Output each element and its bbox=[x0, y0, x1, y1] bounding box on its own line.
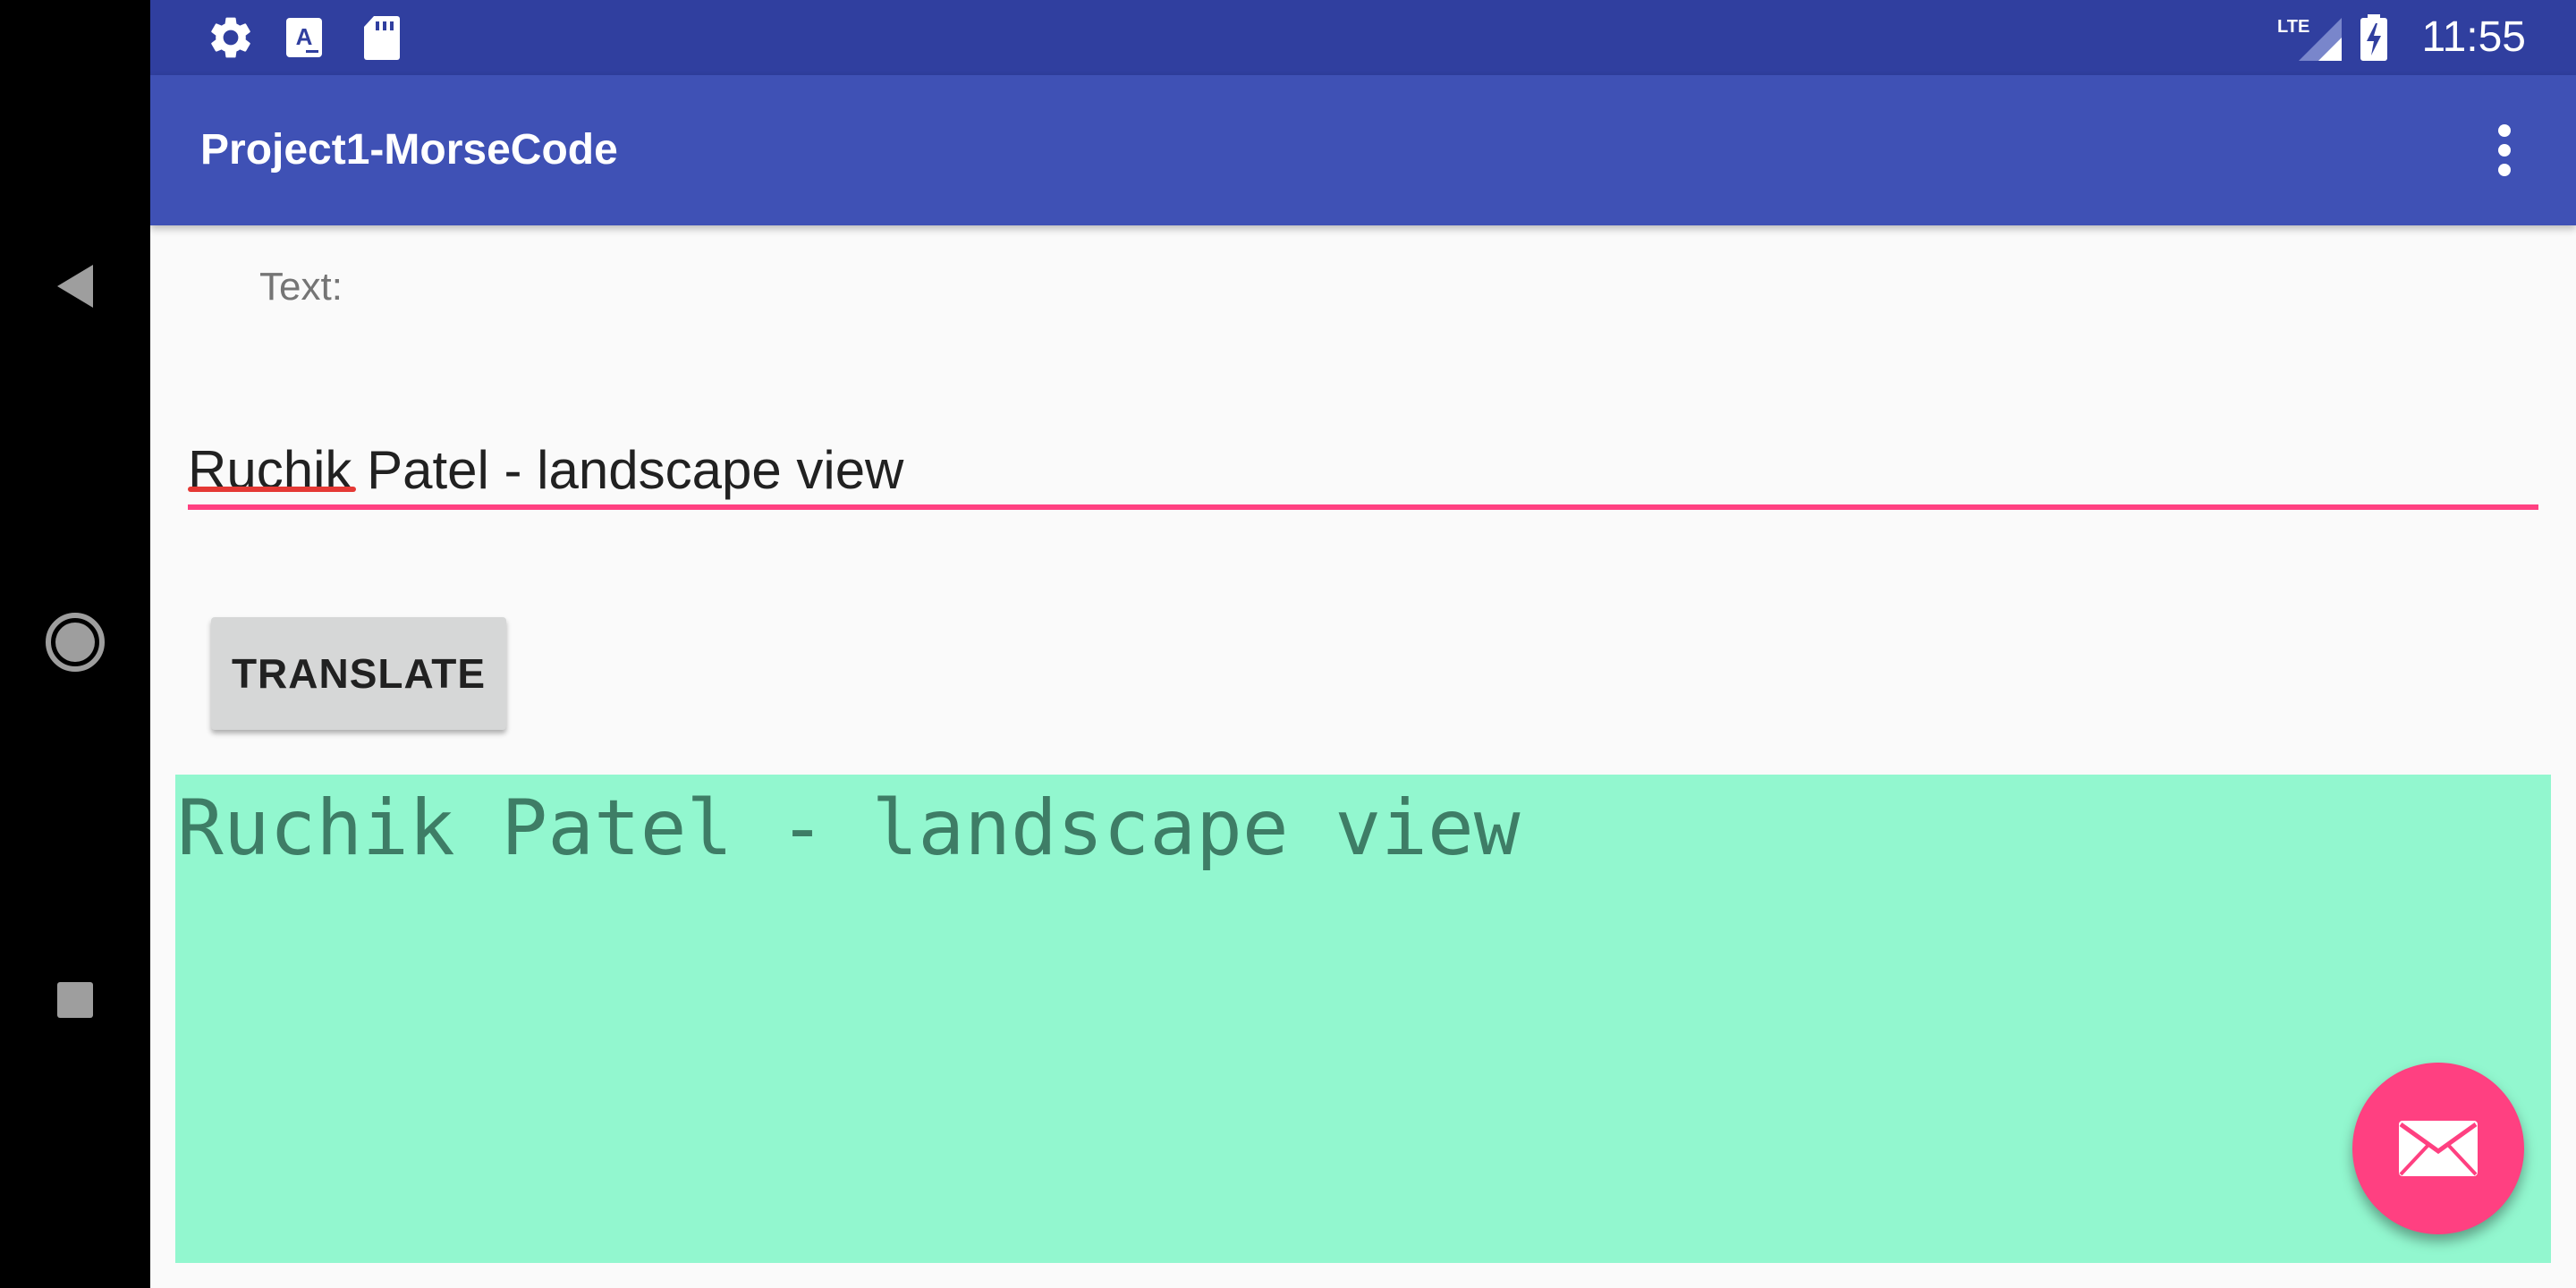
settings-icon bbox=[206, 13, 256, 63]
app-title: Project1-MorseCode bbox=[200, 126, 618, 174]
font-a-icon: A bbox=[284, 13, 324, 63]
screen: A LTE 11:55 Project1-MorseCode Text: Ruc… bbox=[0, 0, 2576, 1288]
back-icon[interactable] bbox=[30, 242, 120, 331]
recents-icon[interactable] bbox=[30, 955, 120, 1045]
svg-text:A: A bbox=[296, 23, 313, 50]
output-area: Ruchik Patel - landscape view bbox=[175, 775, 2551, 1263]
battery-charging-icon bbox=[2358, 13, 2390, 63]
mail-icon bbox=[2397, 1119, 2479, 1178]
output-text: Ruchik Patel - landscape view bbox=[177, 784, 1521, 873]
text-label: Text: bbox=[259, 265, 343, 309]
sd-card-icon bbox=[361, 13, 401, 63]
app-bar: Project1-MorseCode bbox=[150, 75, 2576, 225]
status-bar: A LTE 11:55 bbox=[150, 0, 2576, 75]
spellcheck-underline bbox=[188, 487, 356, 492]
mail-fab-button[interactable] bbox=[2352, 1063, 2524, 1234]
network-label: LTE bbox=[2277, 17, 2309, 37]
home-icon[interactable] bbox=[30, 597, 120, 687]
navigation-bar bbox=[0, 0, 150, 1288]
lte-signal-icon: LTE bbox=[2275, 13, 2347, 63]
input-underline bbox=[188, 504, 2538, 510]
translate-button[interactable]: TRANSLATE bbox=[211, 617, 506, 730]
status-time: 11:55 bbox=[2421, 13, 2526, 61]
more-vert-icon[interactable] bbox=[2469, 114, 2540, 186]
